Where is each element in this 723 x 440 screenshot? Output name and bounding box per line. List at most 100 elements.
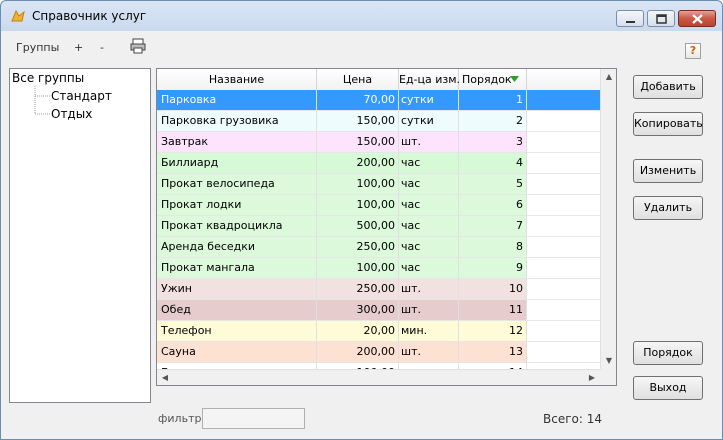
print-icon[interactable] xyxy=(130,38,146,54)
cell-unit: час xyxy=(399,216,459,237)
column-header-price[interactable]: Цена xyxy=(317,69,399,90)
minimize-icon xyxy=(626,21,635,23)
cell-name: Прокат мангала xyxy=(157,258,317,279)
title-bar: Справочник услуг xyxy=(1,1,722,31)
scroll-right-icon[interactable]: ▶ xyxy=(584,370,600,385)
cell-price: 100,00 xyxy=(317,174,399,195)
tree-item-rest[interactable]: Отдых xyxy=(51,107,92,121)
table-row[interactable]: Прокат лодки 100,00 час 6 xyxy=(157,195,600,216)
cell-empty xyxy=(527,111,600,132)
services-grid: Название Цена Ед-ца изм. Порядок Парковк… xyxy=(156,68,617,386)
table-row[interactable]: Прокат мангала 100,00 час 9 xyxy=(157,258,600,279)
cell-name: Телефон xyxy=(157,321,317,342)
cell-name: Завтрак xyxy=(157,132,317,153)
cell-empty xyxy=(527,216,600,237)
cell-price: 70,00 xyxy=(317,90,399,111)
order-button[interactable]: Порядок xyxy=(633,341,703,365)
column-header-order[interactable]: Порядок xyxy=(459,69,527,90)
cell-empty xyxy=(527,300,600,321)
column-header-unit[interactable]: Ед-ца изм. xyxy=(399,69,460,90)
column-header-order-label: Порядок xyxy=(462,73,512,86)
cell-name: Сауна xyxy=(157,342,317,363)
cell-unit: час xyxy=(399,174,459,195)
cell-name: Аренда беседки xyxy=(157,237,317,258)
cell-price: 200,00 xyxy=(317,153,399,174)
table-row[interactable]: Парковка грузовика 150,00 сутки 2 xyxy=(157,111,600,132)
cell-name: Парковка xyxy=(157,90,317,111)
remove-group-button[interactable]: - xyxy=(100,41,104,54)
grid-header: Название Цена Ед-ца изм. Порядок xyxy=(157,69,600,91)
close-button[interactable] xyxy=(678,10,716,27)
table-row[interactable]: Аренда беседки 250,00 час 8 xyxy=(157,237,600,258)
table-row[interactable]: Прокат велосипеда 100,00 час 5 xyxy=(157,174,600,195)
scroll-down-icon[interactable]: ▼ xyxy=(601,353,616,369)
cell-name: Парковка грузовика xyxy=(157,111,317,132)
cell-unit: мин. xyxy=(399,321,459,342)
cell-order: 3 xyxy=(459,132,527,153)
cell-price: 250,00 xyxy=(317,237,399,258)
table-row[interactable]: Парковка 70,00 сутки 1 xyxy=(157,90,600,111)
cell-empty xyxy=(527,195,600,216)
cell-name: Ужин xyxy=(157,279,317,300)
cell-price: 250,00 xyxy=(317,279,399,300)
cell-name: Прокат велосипеда xyxy=(157,174,317,195)
delete-button[interactable]: Удалить xyxy=(633,196,703,220)
table-row[interactable]: Телефон 20,00 мин. 12 xyxy=(157,321,600,342)
column-header-name[interactable]: Название xyxy=(157,69,317,90)
cell-empty xyxy=(527,237,600,258)
cell-price: 150,00 xyxy=(317,111,399,132)
table-row[interactable]: Обед 300,00 шт. 11 xyxy=(157,300,600,321)
cell-unit: час xyxy=(399,153,459,174)
tree-item-all-groups[interactable]: Все группы xyxy=(12,71,84,85)
horizontal-scrollbar[interactable]: ◀ ▶ xyxy=(157,369,600,385)
edit-button[interactable]: Изменить xyxy=(633,159,703,183)
minimize-button[interactable] xyxy=(616,10,644,27)
cell-empty xyxy=(527,279,600,300)
cell-empty xyxy=(527,174,600,195)
cell-unit: час xyxy=(399,237,459,258)
cell-unit: час xyxy=(399,195,459,216)
copy-button[interactable]: Копировать xyxy=(633,112,703,136)
groups-label[interactable]: Группы xyxy=(16,41,59,54)
table-row[interactable]: Завтрак 150,00 шт. 3 xyxy=(157,132,600,153)
cell-unit: сутки xyxy=(399,111,459,132)
help-button[interactable]: ? xyxy=(685,43,701,59)
cell-unit: шт. xyxy=(399,279,459,300)
cell-empty xyxy=(527,153,600,174)
cell-name: Прокат лодки xyxy=(157,195,317,216)
cell-price: 20,00 xyxy=(317,321,399,342)
scrollbar-corner xyxy=(600,369,616,385)
filter-label: фильтр xyxy=(158,412,202,425)
exit-button[interactable]: Выход xyxy=(633,376,703,400)
app-icon xyxy=(11,9,25,22)
table-row[interactable]: Биллиард 200,00 час 4 xyxy=(157,153,600,174)
filter-input[interactable] xyxy=(202,408,305,429)
window: Справочник услуг Группы + - ? Все группы… xyxy=(0,0,723,440)
add-group-button[interactable]: + xyxy=(74,41,83,54)
cell-name: Биллиард xyxy=(157,153,317,174)
add-button[interactable]: Добавить xyxy=(633,75,703,99)
cell-order: 7 xyxy=(459,216,527,237)
maximize-icon xyxy=(656,14,667,24)
scroll-left-icon[interactable]: ◀ xyxy=(157,370,173,385)
cell-name: Прокат квадроцикла xyxy=(157,216,317,237)
cell-price: 150,00 xyxy=(317,132,399,153)
cell-order: 4 xyxy=(459,153,527,174)
tree-item-standard[interactable]: Стандарт xyxy=(51,89,112,103)
group-tree: Все группы Стандарт Отдых xyxy=(9,68,151,403)
cell-price: 100,00 xyxy=(317,195,399,216)
sort-down-icon xyxy=(510,76,519,82)
maximize-button[interactable] xyxy=(647,10,675,27)
table-row[interactable]: Сауна 200,00 шт. 13 xyxy=(157,342,600,363)
cell-order: 10 xyxy=(459,279,527,300)
vertical-scrollbar[interactable]: ▲ ▼ xyxy=(600,69,616,369)
scroll-up-icon[interactable]: ▲ xyxy=(601,69,616,85)
cell-order: 2 xyxy=(459,111,527,132)
cell-unit: шт. xyxy=(399,300,459,321)
cell-order: 13 xyxy=(459,342,527,363)
cell-unit: сутки xyxy=(399,90,459,111)
table-row[interactable]: Ужин 250,00 шт. 10 xyxy=(157,279,600,300)
cell-empty xyxy=(527,132,600,153)
cell-order: 12 xyxy=(459,321,527,342)
table-row[interactable]: Прокат квадроцикла 500,00 час 7 xyxy=(157,216,600,237)
